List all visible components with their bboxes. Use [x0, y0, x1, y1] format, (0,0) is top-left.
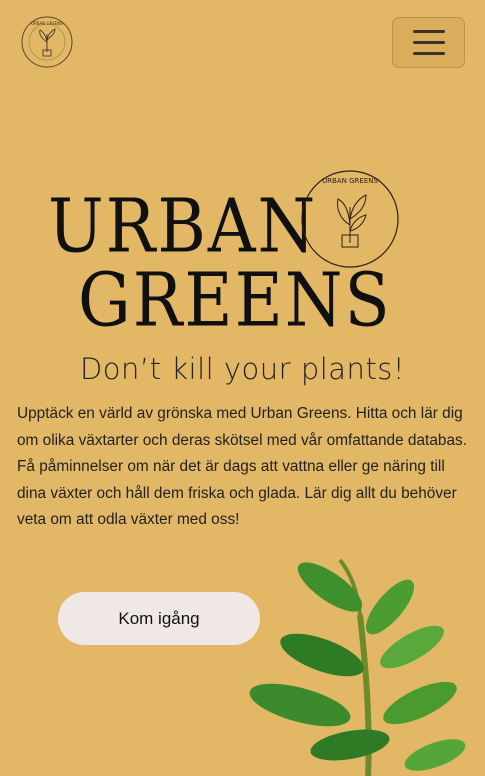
- badge-text: URBAN GREENS: [322, 177, 378, 185]
- plant-badge-icon: URBAN GREENS: [301, 170, 399, 268]
- plant-image: [249, 558, 466, 776]
- logo-icon[interactable]: URBAN GREENS: [21, 16, 73, 68]
- menu-bar: [412, 52, 445, 55]
- hero-title-line2: GREENS: [78, 257, 392, 344]
- hero-description: Upptäck en värld av grönska med Urban Gr…: [17, 405, 467, 528]
- hero-title-line1: URBAN: [48, 183, 318, 270]
- menu-button[interactable]: [392, 17, 465, 68]
- tagline: Don’t kill your plants!: [79, 352, 406, 386]
- menu-bar: [412, 41, 445, 44]
- logo-text: URBAN GREENS: [31, 21, 63, 26]
- get-started-button[interactable]: Kom igång: [58, 592, 260, 645]
- menu-bar: [412, 30, 445, 33]
